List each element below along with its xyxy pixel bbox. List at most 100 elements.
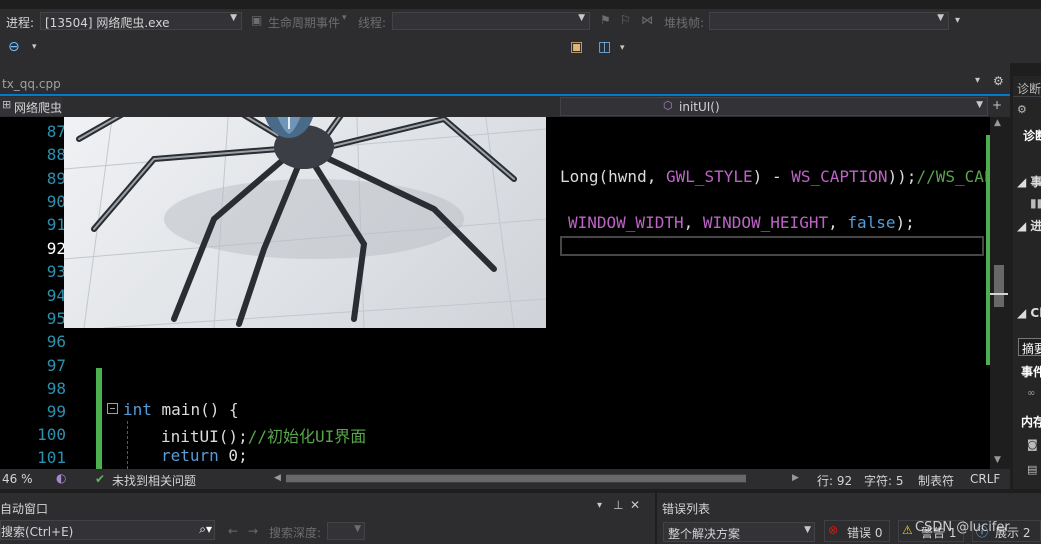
line-number: 91 xyxy=(46,215,66,234)
search-depth-combo[interactable]: ▼ xyxy=(327,522,365,540)
line-number: 101 xyxy=(37,448,66,467)
eol-indicator[interactable]: CRLF xyxy=(970,472,1000,486)
stackframe-combo[interactable]: ▼ xyxy=(709,12,949,30)
line-number-current: 92 xyxy=(46,239,66,258)
code-editor[interactable]: 87 88 89 90 91 92 93 94 95 96 97 98 99 1… xyxy=(0,117,990,469)
code-line-101: return 0; xyxy=(161,446,248,465)
scroll-up-icon[interactable]: ▲ xyxy=(994,118,1001,128)
chevron-down-icon: ▾ xyxy=(342,13,347,23)
document-tabs: tx_qq.cpp ▾ ⚙ xyxy=(0,63,1010,96)
scroll-right-icon[interactable]: ▶ xyxy=(792,473,799,483)
navigation-bar: ⊞ 网络爬虫 ⬡ initUI() ▼ + xyxy=(0,96,1010,117)
editor-status-bar: 46 % ◐ ✔ 未找到相关问题 ◀ ▶ 行: 92 字符: 5 制表符 CRL… xyxy=(0,469,1010,489)
intellicode-icon[interactable]: ◐ xyxy=(56,471,66,485)
chevron-down-icon: ▼ xyxy=(354,524,361,534)
chevron-down-icon: ▼ xyxy=(230,13,237,23)
debug-toolbar: 进程: [13504] 网络爬虫.exe ▼ ▣ 生命周期事件 ▾ 线程: ▼ … xyxy=(0,9,1041,35)
navigate-back-icon[interactable]: ⊖ xyxy=(8,39,20,55)
chevron-down-icon[interactable]: ▾ xyxy=(32,42,37,52)
chevron-down-icon: ▼ xyxy=(804,525,811,535)
errors-filter-button[interactable]: ⊗ 错误 0 xyxy=(824,520,890,542)
line-number: 96 xyxy=(46,332,66,351)
autos-window-title: 自动窗口 xyxy=(0,502,49,516)
bottom-panels: 自动窗口 ▾ ⊥ ✕ 搜索(Ctrl+E) ⌕▾ ← → 搜索深度: ▼ 错误列… xyxy=(0,493,1041,544)
caret-position-marker xyxy=(990,293,1008,295)
zoom-level[interactable]: 46 % xyxy=(2,472,33,486)
check-icon: ✔ xyxy=(95,472,106,486)
cpu-section[interactable]: ◢ Cl xyxy=(1017,306,1041,320)
snapshot-icon[interactable]: ▤ xyxy=(1027,463,1037,476)
collapse-toggle[interactable] xyxy=(107,403,118,414)
tab-list-icon[interactable]: ▾ xyxy=(975,75,980,86)
flag-threads-icon[interactable]: ⚐ xyxy=(620,13,631,27)
flag-icon[interactable]: ⚑ xyxy=(600,13,611,27)
tab-cpp-file[interactable]: tx_qq.cpp xyxy=(2,77,61,91)
scrollbar-thumb[interactable] xyxy=(286,475,746,482)
current-line-highlight xyxy=(560,236,984,256)
spider-image xyxy=(64,117,546,328)
tab-summary[interactable]: 摘要 xyxy=(1018,338,1041,356)
gear-icon[interactable]: ⚙ xyxy=(993,74,1004,88)
scroll-down-icon[interactable]: ▼ xyxy=(994,455,1001,465)
char-indicator[interactable]: 字符: 5 xyxy=(864,472,904,489)
memory-heading: 内存 xyxy=(1021,415,1041,429)
error-scope-combo[interactable]: 整个解决方案 ▼ xyxy=(663,522,815,542)
diagnostics-title: 诊断 xyxy=(1017,82,1041,96)
autos-search-input[interactable]: 搜索(Ctrl+E) ⌕▾ xyxy=(0,520,215,540)
search-forward-icon[interactable]: → xyxy=(248,524,258,538)
error-scope-value: 整个解决方案 xyxy=(668,527,741,541)
line-indicator[interactable]: 行: 92 xyxy=(817,472,852,489)
line-number: 93 xyxy=(46,262,66,281)
scrollbar-thumb[interactable] xyxy=(994,265,1004,307)
project-icon: ⊞ xyxy=(2,98,12,111)
project-scope-combo[interactable]: ⊞ 网络爬虫 xyxy=(0,97,62,116)
folder-icon[interactable]: ▣ xyxy=(570,39,583,55)
indent-guide xyxy=(127,421,128,469)
vertical-scrollbar[interactable]: ▲ ▼ xyxy=(990,117,1010,469)
search-depth-label: 搜索深度: xyxy=(269,526,322,540)
window-icon[interactable]: ◫ xyxy=(598,39,611,55)
add-icon[interactable]: + xyxy=(992,98,1002,112)
line-number: 95 xyxy=(46,309,66,328)
thread-label: 线程: xyxy=(358,16,387,30)
code-line-91: WINDOW_WIDTH, WINDOW_HEIGHT, false); xyxy=(568,213,915,232)
process-section[interactable]: ◢ 进 xyxy=(1017,217,1041,234)
events-section[interactable]: ◢ 事 xyxy=(1017,173,1041,190)
diagnostics-panel: 诊断 ⚙ 诊断 ◢ 事 ▮▮ ◢ 进 ◢ Cl 摘要 事件 ∞ 内存 ◙ ▤ xyxy=(1013,76,1041,489)
diagnostics-heading: 诊断 xyxy=(1023,129,1041,143)
horizontal-scrollbar[interactable] xyxy=(286,474,746,483)
method-icon: ⬡ xyxy=(663,99,673,112)
function-combo[interactable]: ⬡ initUI() ▼ xyxy=(560,97,988,116)
link-icon[interactable]: ∞ xyxy=(1027,388,1035,399)
issues-status[interactable]: 未找到相关问题 xyxy=(112,472,196,489)
lifecycle-icon: ▣ xyxy=(251,13,263,27)
pin-icon[interactable]: ⊥ xyxy=(613,498,623,512)
chevron-down-icon[interactable]: ▾ xyxy=(620,43,625,53)
error-icon: ⊗ xyxy=(828,523,839,537)
line-number: 90 xyxy=(46,192,66,211)
stack-icon[interactable]: ⋈ xyxy=(641,13,653,27)
process-label: 进程: xyxy=(6,16,35,30)
search-icon[interactable]: ⌕▾ xyxy=(199,522,212,537)
stackframe-label: 堆栈帧: xyxy=(664,16,705,30)
lifecycle-events-button[interactable]: 生命周期事件 xyxy=(268,14,340,31)
settings-icon[interactable]: ⚙ xyxy=(1017,103,1027,116)
toolbar-overflow-icon[interactable]: ▾ xyxy=(955,15,960,26)
chevron-down-icon: ▼ xyxy=(976,100,983,110)
tabs-indicator[interactable]: 制表符 xyxy=(918,472,954,489)
scroll-left-icon[interactable]: ◀ xyxy=(274,473,281,483)
errors-count: 错误 0 xyxy=(847,526,883,540)
process-combo[interactable]: [13504] 网络爬虫.exe ▼ xyxy=(40,12,242,30)
camera-icon[interactable]: ◙ xyxy=(1027,438,1038,451)
close-icon[interactable]: ✕ xyxy=(630,498,640,512)
thread-combo[interactable]: ▼ xyxy=(392,12,590,30)
process-value: [13504] 网络爬虫.exe xyxy=(45,16,170,30)
chevron-down-icon[interactable]: ▾ xyxy=(597,500,602,511)
line-number: 98 xyxy=(46,379,66,398)
code-line-99: int main() { xyxy=(123,400,239,419)
standard-toolbar: ⊖ ▾ ▣ ◫ ▾ xyxy=(0,35,1041,63)
search-back-icon[interactable]: ← xyxy=(228,524,238,538)
spider-illustration xyxy=(64,117,546,328)
events-heading: 事件 xyxy=(1021,365,1041,379)
line-number: 94 xyxy=(46,286,66,305)
